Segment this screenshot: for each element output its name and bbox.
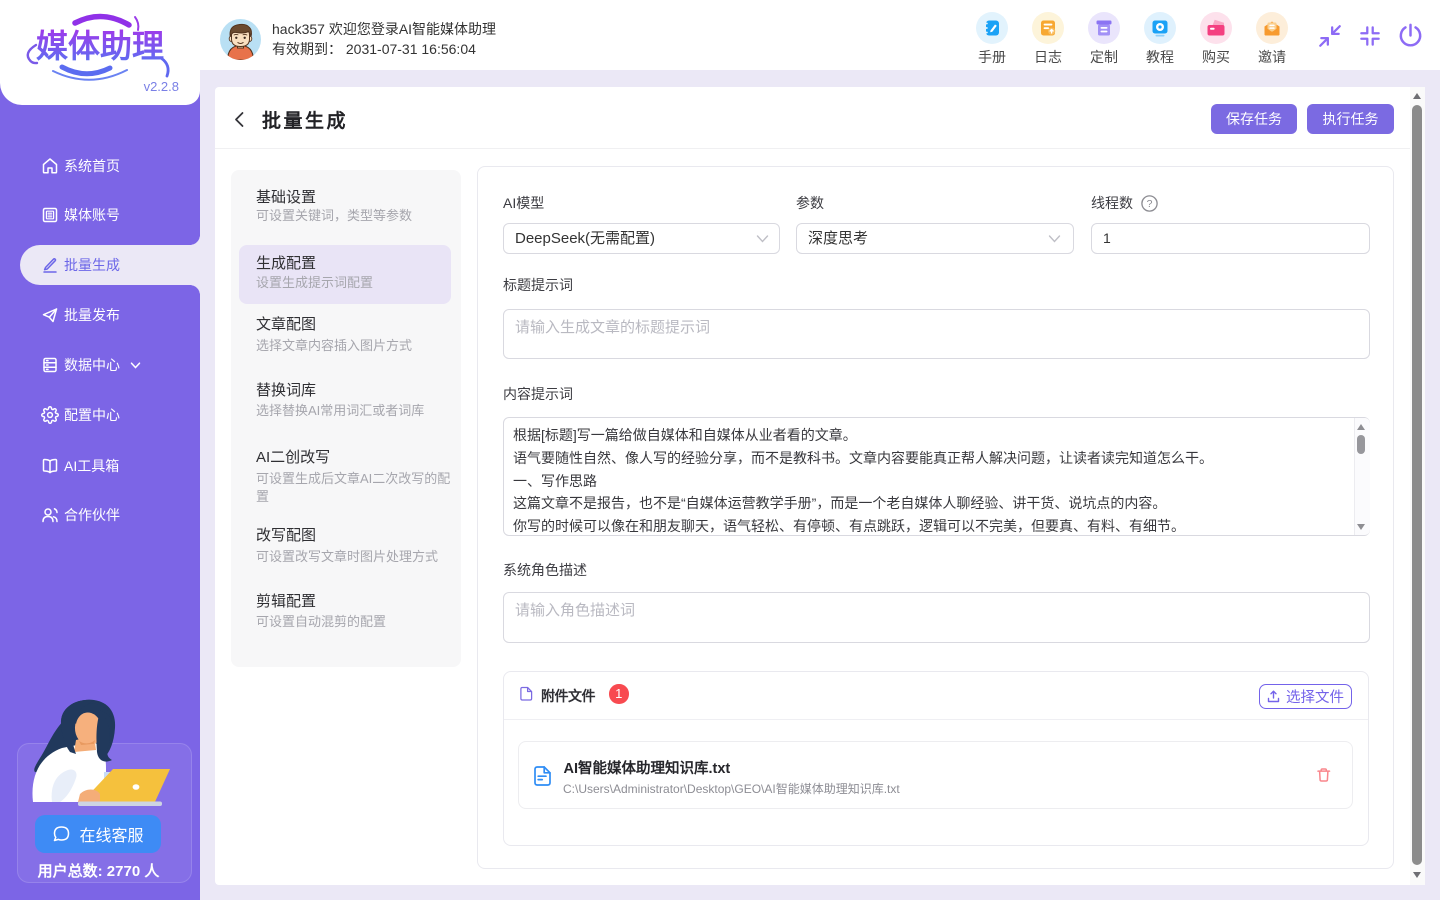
svg-text:?: ? [1147,198,1153,210]
svg-text:媒体助理: 媒体助理 [36,28,164,64]
